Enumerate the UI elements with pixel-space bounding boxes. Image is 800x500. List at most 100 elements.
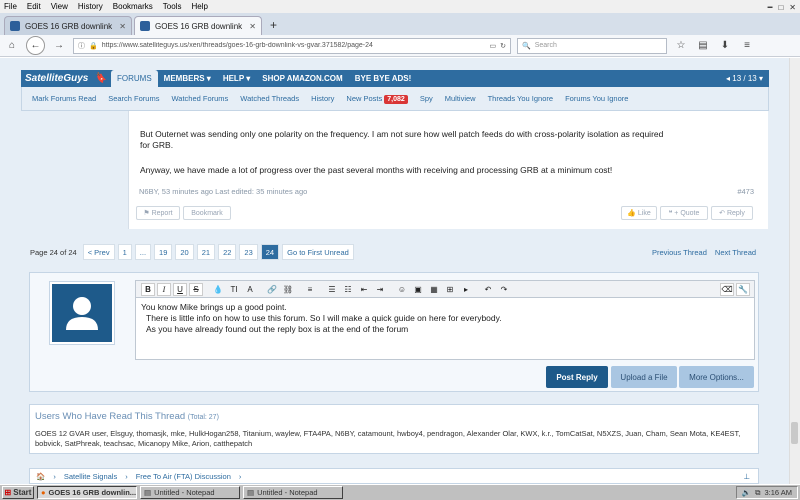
post-meta[interactable]: N6BY, 53 minutes ago Last edited: 35 min… <box>139 187 307 196</box>
strikethrough-icon[interactable]: S <box>189 282 203 296</box>
underline-icon[interactable]: U <box>173 282 187 296</box>
avatar[interactable] <box>50 282 114 344</box>
align-icon[interactable]: ≡ <box>303 283 317 296</box>
page-link[interactable]: 23 <box>239 244 258 260</box>
page-link[interactable]: 20 <box>175 244 194 260</box>
text-color-icon[interactable]: 💧 <box>211 283 225 296</box>
indent-icon[interactable]: ⇥ <box>373 283 387 296</box>
page-link[interactable]: 22 <box>218 244 237 260</box>
home-icon[interactable]: ⌂ <box>4 38 20 54</box>
menu-edit[interactable]: Edit <box>27 0 41 13</box>
url-text[interactable]: https://www.satelliteguys.us/xen/threads… <box>102 42 486 49</box>
page-ellipsis[interactable]: ... <box>134 244 152 260</box>
volume-icon[interactable]: 🔊 <box>742 488 751 497</box>
forward-icon[interactable]: → <box>51 38 67 54</box>
outdent-icon[interactable]: ⇤ <box>357 283 371 296</box>
reply-editor[interactable]: You know Mike brings up a good point. Th… <box>135 298 755 360</box>
nav-shop-amazon[interactable]: SHOP AMAZON.COM <box>256 70 348 87</box>
tab-close-icon[interactable]: ✕ <box>249 22 256 31</box>
next-thread-link[interactable]: Next Thread <box>715 248 756 257</box>
quote-button[interactable]: ❝ + Quote <box>660 206 708 220</box>
reload-icon[interactable]: ↻ <box>500 42 506 50</box>
font-size-icon[interactable]: TI <box>227 283 241 296</box>
reader-view-icon[interactable]: ▭ <box>490 42 497 50</box>
search-box[interactable]: 🔍 Search <box>517 37 667 54</box>
more-options-button[interactable]: More Options... <box>679 366 754 388</box>
subnav-threads-you-ignore[interactable]: Threads You Ignore <box>488 94 553 103</box>
taskbar-item-firefox[interactable]: ● GOES 16 GRB downlin... <box>37 486 137 499</box>
page-link[interactable]: 19 <box>154 244 173 260</box>
subnav-mark-forums-read[interactable]: Mark Forums Read <box>32 94 96 103</box>
upload-file-button[interactable]: Upload a File <box>611 366 677 388</box>
start-button[interactable]: ⊞ Start <box>2 486 34 499</box>
back-button-icon[interactable]: ← <box>26 36 45 55</box>
new-tab-icon[interactable]: + <box>264 16 283 35</box>
browser-tab[interactable]: GOES 16 GRB downlink vs GV... ✕ <box>4 16 132 35</box>
scrollbar-thumb[interactable] <box>791 422 798 444</box>
sitemap-icon[interactable]: ⊥ <box>743 472 750 481</box>
nav-help[interactable]: HELP ▾ <box>217 70 256 87</box>
remove-format-icon[interactable]: ⌫ <box>720 282 734 296</box>
taskbar-item-notepad[interactable]: ▤ Untitled - Notepad <box>243 486 343 499</box>
subnav-watched-forums[interactable]: Watched Forums <box>171 94 228 103</box>
readers-list[interactable]: GOES 12 GVAR user, Elsguy, thomasjk, mke… <box>35 429 750 449</box>
subnav-new-posts[interactable]: New Posts 7,082 <box>346 94 408 104</box>
redo-icon[interactable]: ↷ <box>497 283 511 296</box>
smilie-icon[interactable]: ☺ <box>395 283 409 296</box>
nav-members[interactable]: MEMBERS ▾ <box>158 70 217 87</box>
post-permalink[interactable]: #473 <box>737 187 754 196</box>
menu-view[interactable]: View <box>51 0 68 13</box>
info-icon[interactable]: ⓘ <box>78 41 85 51</box>
url-bar[interactable]: ⓘ 🔒 https://www.satelliteguys.us/xen/thr… <box>73 37 511 54</box>
nav-forums[interactable]: FORUMS <box>111 70 158 87</box>
subnav-search-forums[interactable]: Search Forums <box>108 94 159 103</box>
browser-tab-active[interactable]: GOES 16 GRB downlink vs GV... ✕ <box>134 16 262 35</box>
report-button[interactable]: ⚑ Report <box>136 206 180 220</box>
prev-page-button[interactable]: < Prev <box>82 244 115 260</box>
subnav-watched-threads[interactable]: Watched Threads <box>240 94 299 103</box>
unlink-icon[interactable]: ⛓ <box>281 283 295 296</box>
network-icon[interactable]: ⧉ <box>755 488 760 498</box>
font-family-icon[interactable]: A <box>243 283 257 296</box>
subnav-history[interactable]: History <box>311 94 334 103</box>
menu-file[interactable]: File <box>4 0 17 13</box>
breadcrumb-item[interactable]: Free To Air (FTA) Discussion <box>136 472 231 481</box>
numbered-list-icon[interactable]: ☷ <box>341 283 355 296</box>
italic-icon[interactable]: I <box>157 282 171 296</box>
subnav-multiview[interactable]: Multiview <box>445 94 476 103</box>
insert-icon[interactable]: ⊞ <box>443 283 457 296</box>
page-counter[interactable]: ◂ 13 / 13 ▾ <box>726 74 769 83</box>
menu-bookmarks[interactable]: Bookmarks <box>113 0 153 13</box>
menu-history[interactable]: History <box>78 0 103 13</box>
like-button[interactable]: 👍 Like <box>621 206 657 220</box>
reply-button[interactable]: ↶ Reply <box>711 206 753 220</box>
menu-help[interactable]: Help <box>191 0 207 13</box>
subnav-spy[interactable]: Spy <box>420 94 433 103</box>
page-link[interactable]: 1 <box>117 244 132 260</box>
taskbar-item-notepad[interactable]: ▤ Untitled - Notepad <box>140 486 240 499</box>
more-insert-icon[interactable]: ▸ <box>459 283 473 296</box>
hamburger-menu-icon[interactable]: ≡ <box>739 38 755 54</box>
site-logo[interactable]: SatelliteGuys 🔖 <box>21 70 111 87</box>
nav-bye-bye-ads[interactable]: BYE BYE ADS! <box>349 70 418 87</box>
image-icon[interactable]: ▣ <box>411 283 425 296</box>
page-link[interactable]: 21 <box>196 244 216 260</box>
current-page[interactable]: 24 <box>260 244 280 260</box>
tab-close-icon[interactable]: ✕ <box>119 22 126 31</box>
media-icon[interactable]: ▦ <box>427 283 441 296</box>
bookmarks-library-icon[interactable]: ▤ <box>695 38 711 54</box>
download-icon[interactable]: ⬇ <box>717 38 733 54</box>
bookmark-button[interactable]: Bookmark <box>183 206 231 220</box>
home-icon[interactable]: 🏠 <box>36 472 45 481</box>
bookmark-star-icon[interactable]: ☆ <box>673 38 689 54</box>
previous-thread-link[interactable]: Previous Thread <box>652 248 707 257</box>
link-icon[interactable]: 🔗 <box>265 283 279 296</box>
settings-wrench-icon[interactable]: 🔧 <box>736 282 750 296</box>
breadcrumb-item[interactable]: Satellite Signals <box>64 472 117 481</box>
search-input[interactable]: Search <box>535 42 557 49</box>
subnav-forums-you-ignore[interactable]: Forums You Ignore <box>565 94 628 103</box>
menu-tools[interactable]: Tools <box>163 0 182 13</box>
bold-icon[interactable]: B <box>141 282 155 296</box>
first-unread-button[interactable]: Go to First Unread <box>282 244 354 260</box>
clock[interactable]: 3:16 AM <box>764 488 792 497</box>
